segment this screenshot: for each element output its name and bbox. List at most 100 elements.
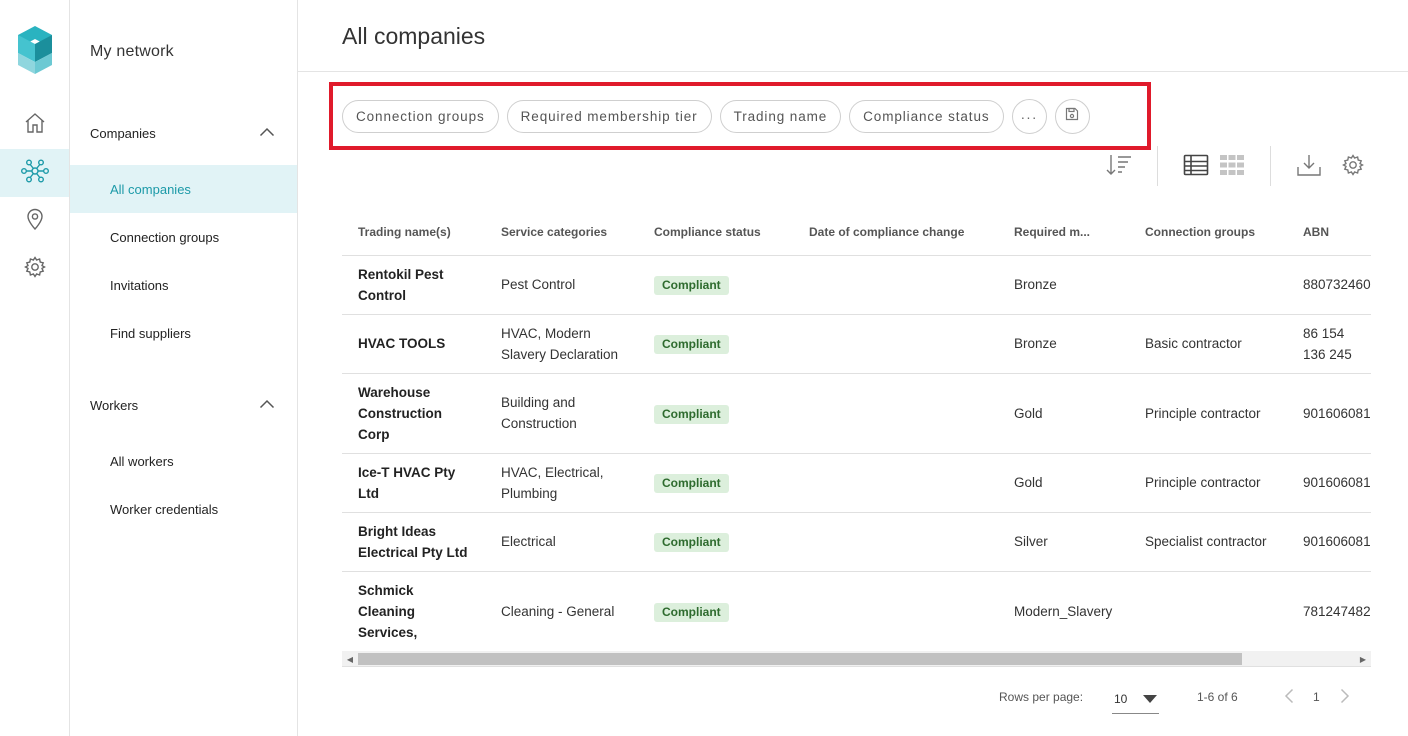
previous-page-button[interactable]	[1277, 686, 1301, 710]
cell-abn: 901606081	[1287, 373, 1371, 454]
download-button[interactable]	[1292, 150, 1326, 184]
save-filters-button[interactable]	[1054, 99, 1090, 134]
cell-trading-name: Warehouse Construction Corp	[342, 373, 485, 454]
filter-chip-connection-groups[interactable]: Connection groups	[342, 100, 499, 133]
cell-abn: 901606081	[1287, 512, 1371, 572]
status-badge: Compliant	[654, 404, 729, 424]
cell-connection-groups: Principle contractor	[1129, 453, 1287, 513]
grid-view-button[interactable]	[1215, 150, 1249, 184]
column-header-date-of-compliance-change[interactable]: Date of compliance change	[793, 210, 998, 256]
status-badge: Compliant	[654, 474, 729, 493]
cell-date-of-compliance-change	[793, 571, 998, 650]
cell-connection-groups: Specialist contractor	[1129, 512, 1287, 572]
chevron-up-icon	[259, 396, 275, 414]
column-header-abn[interactable]: ABN	[1287, 210, 1371, 256]
next-page-button[interactable]	[1333, 686, 1357, 710]
cell-abn: 86 154 136 245	[1287, 314, 1371, 374]
cell-trading-name: Bright Ideas Electrical Pty Ltd	[342, 512, 485, 572]
table-header-row: Trading name(s) Service categories Compl…	[342, 210, 1371, 256]
cell-compliance-status: Compliant	[638, 512, 793, 572]
sort-button[interactable]	[1102, 150, 1136, 184]
toolbar-divider	[1270, 146, 1271, 186]
list-view-button[interactable]	[1179, 150, 1213, 184]
table-row[interactable]: Bright Ideas Electrical Pty Ltd Electric…	[342, 512, 1371, 572]
column-header-connection-groups[interactable]: Connection groups	[1129, 210, 1287, 256]
nav-item-find-suppliers[interactable]: Find suppliers	[70, 309, 297, 357]
section-workers-toggle[interactable]: Workers	[70, 385, 297, 425]
column-header-required-membership[interactable]: Required m...	[998, 210, 1129, 256]
filter-chips: Connection groups Required membership ti…	[342, 99, 1098, 134]
rows-per-page-label: Rows per page:	[999, 690, 1084, 704]
sort-descending-icon	[1105, 153, 1133, 182]
download-icon	[1296, 153, 1322, 182]
cell-required-membership: Modern_Slavery	[998, 571, 1129, 650]
cell-compliance-status: Compliant	[638, 453, 793, 513]
table-row[interactable]: Ice-T HVAC Pty Ltd HVAC, Electrical, Plu…	[342, 453, 1371, 513]
network-icon	[20, 159, 50, 188]
cell-trading-name: HVAC TOOLS	[342, 314, 485, 374]
cell-compliance-status: Compliant	[638, 373, 793, 454]
cell-date-of-compliance-change	[793, 373, 998, 454]
table-row[interactable]: HVAC TOOLS HVAC, Modern Slavery Declarat…	[342, 314, 1371, 374]
column-header-trading-name[interactable]: Trading name(s)	[342, 210, 485, 256]
app-logo-icon[interactable]	[16, 26, 54, 74]
main-content: All companies Connection groups Required…	[298, 0, 1408, 736]
cell-connection-groups: Principle contractor	[1129, 373, 1287, 454]
nav-item-all-companies[interactable]: All companies	[70, 165, 297, 213]
section-companies-toggle[interactable]: Companies	[70, 113, 297, 153]
nav-item-connection-groups[interactable]: Connection groups	[70, 213, 297, 261]
header-divider	[298, 71, 1408, 72]
icon-rail	[0, 0, 70, 736]
gear-icon	[23, 255, 47, 284]
table-row[interactable]: Rentokil Pest Control Pest Control Compl…	[342, 255, 1371, 315]
cell-date-of-compliance-change	[793, 255, 998, 315]
table-row[interactable]: Schmick Cleaning Services, Jones... Clea…	[342, 571, 1371, 650]
chevron-up-icon	[259, 124, 275, 142]
rail-network[interactable]	[0, 149, 69, 197]
scrollbar-thumb[interactable]	[358, 653, 1242, 665]
rail-settings[interactable]	[0, 245, 69, 293]
trading-name-text: Schmick Cleaning Services, Jones...	[358, 582, 418, 640]
more-filters-button[interactable]: ···	[1011, 99, 1047, 134]
nav-item-all-workers[interactable]: All workers	[70, 437, 297, 485]
table-row[interactable]: Warehouse Construction Corp Building and…	[342, 373, 1371, 454]
gear-icon	[1341, 153, 1365, 182]
cell-required-membership: Gold	[998, 373, 1129, 454]
scroll-right-arrow-icon[interactable]: ▶	[1355, 651, 1371, 667]
home-icon	[23, 111, 47, 140]
section-companies-label: Companies	[90, 125, 156, 141]
scroll-left-arrow-icon[interactable]: ◀	[342, 651, 358, 667]
rows-per-page-select[interactable]: 10	[1112, 684, 1159, 714]
cell-required-membership: Gold	[998, 453, 1129, 513]
cell-service-categories: Electrical	[485, 512, 638, 572]
dropdown-arrow-icon	[1143, 692, 1157, 706]
rail-locations[interactable]	[0, 197, 69, 245]
cell-compliance-status: Compliant	[638, 255, 793, 315]
table-view-icon	[1183, 154, 1209, 181]
rail-home[interactable]	[0, 101, 69, 149]
column-header-service-categories[interactable]: Service categories	[485, 210, 638, 256]
companies-table: Trading name(s) Service categories Compl…	[342, 210, 1371, 650]
cell-compliance-status: Compliant	[638, 314, 793, 374]
side-navigation: My network Companies All companies Conne…	[70, 0, 298, 736]
status-badge: Compliant	[654, 533, 729, 552]
rows-per-page-value: 10	[1114, 691, 1128, 706]
cell-date-of-compliance-change	[793, 512, 998, 572]
cell-trading-name: Schmick Cleaning Services, Jones...	[342, 571, 485, 650]
cell-connection-groups: Basic contractor	[1129, 314, 1287, 374]
pagination-range: 1-6 of 6	[1197, 690, 1238, 704]
horizontal-scrollbar[interactable]: ◀ ▶	[342, 651, 1371, 667]
nav-item-worker-credentials[interactable]: Worker credentials	[70, 485, 297, 533]
cell-abn: 901606081	[1287, 453, 1371, 513]
column-header-compliance-status[interactable]: Compliance status	[638, 210, 793, 256]
nav-item-invitations[interactable]: Invitations	[70, 261, 297, 309]
cell-abn: 781247482	[1287, 571, 1371, 650]
page-title: All companies	[342, 23, 486, 49]
section-workers-label: Workers	[90, 397, 139, 413]
filter-chip-compliance-status[interactable]: Compliance status	[849, 100, 1004, 133]
filter-chip-trading-name[interactable]: Trading name	[719, 100, 842, 133]
cell-date-of-compliance-change	[793, 314, 998, 374]
cell-date-of-compliance-change	[793, 453, 998, 513]
filter-chip-required-membership-tier[interactable]: Required membership tier	[506, 100, 712, 133]
table-settings-button[interactable]	[1336, 150, 1370, 184]
